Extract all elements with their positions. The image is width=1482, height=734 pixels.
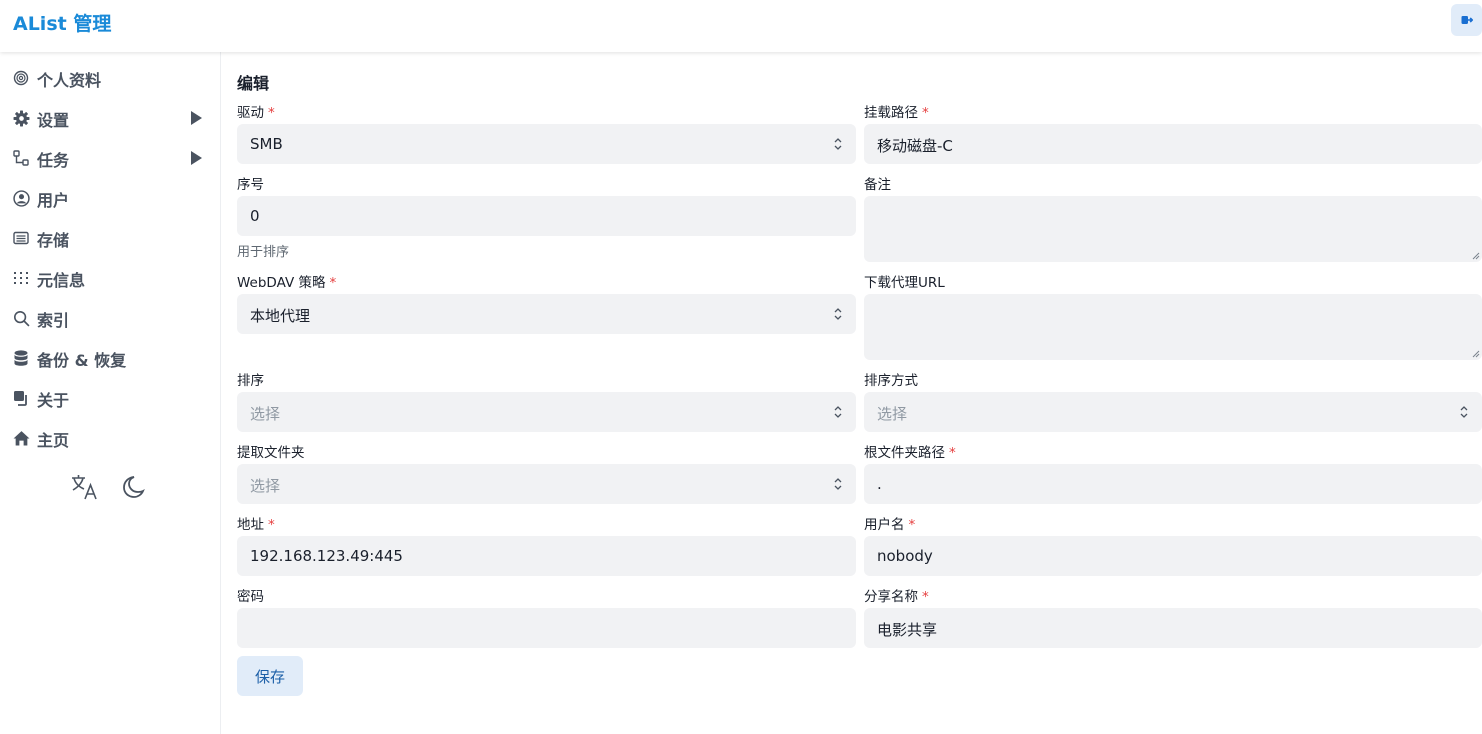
extract-folder-label: 提取文件夹 (237, 445, 305, 461)
top-header: AList 管理 (0, 0, 1482, 52)
expand-arrow-icon[interactable] (191, 151, 202, 165)
remark-textarea[interactable] (864, 196, 1482, 262)
fingerprint-icon (12, 69, 30, 87)
order-by-placeholder: 选择 (250, 405, 281, 423)
order-direction-label: 排序方式 (864, 373, 918, 389)
root-folder-path-input[interactable]: . (864, 464, 1482, 504)
chevron-updown-icon (834, 406, 842, 418)
metadata-icon (12, 269, 30, 287)
webdav-policy-value: 本地代理 (250, 307, 311, 325)
driver-value: SMB (250, 135, 283, 153)
chevron-updown-icon (1460, 406, 1468, 418)
sidebar-item-users[interactable]: 用户 (0, 178, 221, 218)
webdav-policy-select[interactable]: 本地代理 (237, 294, 856, 334)
chevron-updown-icon (834, 308, 842, 320)
sidebar-item-settings[interactable]: 设置 (0, 98, 221, 138)
sidebar-item-storage[interactable]: 存储 (0, 218, 221, 258)
username-label: 用户名 * (864, 517, 916, 533)
driver-select[interactable]: SMB (237, 124, 856, 164)
save-button[interactable]: 保存 (237, 656, 303, 696)
theme-toggle[interactable] (118, 472, 148, 502)
app-title[interactable]: AList 管理 (13, 9, 111, 36)
flow-icon (12, 149, 30, 167)
order-by-select[interactable]: 选择 (237, 392, 856, 432)
mount-path-label: 挂载路径 * (864, 105, 929, 121)
gear-icon (12, 109, 30, 127)
root-folder-path-label: 根文件夹路径 * (864, 445, 956, 461)
order-input[interactable]: 0 (237, 196, 856, 236)
search-icon (12, 309, 30, 327)
sidebar-item-about[interactable]: 关于 (0, 378, 221, 418)
share-name-label: 分享名称 * (864, 589, 929, 605)
logout-icon (1461, 16, 1473, 24)
driver-label: 驱动 * (237, 105, 275, 121)
proxy-url-label: 下载代理URL (864, 275, 945, 291)
storage-icon (12, 229, 30, 247)
language-switch[interactable] (70, 472, 100, 502)
password-label: 密码 (237, 589, 264, 605)
sidebar-item-index[interactable]: 索引 (0, 298, 221, 338)
share-name-input[interactable]: 电影共享 (864, 608, 1482, 648)
sidebar-item-label: 用户 (37, 191, 70, 210)
edit-storage-form: 编辑 驱动 * SMB 挂载路径 * 移动磁盘-C 序号 0 用于排序 备注 Web… (222, 52, 1482, 734)
sidebar-item-metadata[interactable]: 元信息 (0, 258, 221, 298)
logout-button[interactable] (1451, 4, 1482, 36)
root-folder-path-value: . (877, 475, 882, 493)
order-label: 序号 (237, 177, 264, 193)
sidebar-item-label: 关于 (37, 391, 70, 410)
address-label: 地址 * (237, 517, 275, 533)
resize-grip-icon[interactable] (1472, 350, 1480, 358)
address-input[interactable]: 192.168.123.49:445 (237, 536, 856, 576)
translate-icon (72, 475, 97, 500)
chevron-updown-icon (834, 478, 842, 490)
mount-path-input[interactable]: 移动磁盘-C (864, 124, 1482, 164)
username-value: nobody (877, 547, 933, 565)
remark-label: 备注 (864, 177, 891, 193)
user-circle-icon (12, 189, 30, 207)
sidebar-item-profile[interactable]: 个人资料 (0, 58, 221, 98)
sidebar-item-home[interactable]: 主页 (0, 418, 221, 458)
sidebar-item-label: 主页 (37, 431, 70, 450)
address-value: 192.168.123.49:445 (250, 547, 403, 565)
username-input[interactable]: nobody (864, 536, 1482, 576)
sidebar-item-label: 备份 & 恢复 (37, 351, 127, 370)
order-direction-placeholder: 选择 (877, 405, 908, 423)
sidebar-item-backup-restore[interactable]: 备份 & 恢复 (0, 338, 221, 378)
chevron-updown-icon (834, 138, 842, 150)
sidebar-item-label: 设置 (37, 111, 70, 130)
sidebar: 个人资料 设置 任务 用户 存储 元信息 索引 备份 & 恢复 关于 主页 (0, 52, 221, 734)
sidebar-item-label: 存储 (37, 231, 70, 250)
moon-icon (123, 476, 145, 498)
share-name-value: 电影共享 (877, 621, 938, 639)
password-input[interactable] (237, 608, 856, 648)
copy-icon (12, 389, 30, 407)
sidebar-item-label: 任务 (37, 151, 70, 170)
proxy-url-textarea[interactable] (864, 294, 1482, 360)
sidebar-item-label: 个人资料 (37, 71, 102, 90)
extract-folder-placeholder: 选择 (250, 477, 281, 495)
sidebar-item-label: 索引 (37, 311, 70, 330)
sidebar-item-label: 元信息 (37, 271, 86, 290)
webdav-policy-label: WebDAV 策略 * (237, 275, 337, 291)
database-icon (12, 349, 30, 367)
extract-folder-select[interactable]: 选择 (237, 464, 856, 504)
order-value: 0 (250, 207, 260, 225)
page-title: 编辑 (237, 74, 270, 93)
resize-grip-icon[interactable] (1472, 252, 1480, 260)
order-hint: 用于排序 (237, 245, 290, 260)
home-icon (12, 429, 30, 447)
sidebar-item-tasks[interactable]: 任务 (0, 138, 221, 178)
order-by-label: 排序 (237, 373, 264, 389)
mount-path-value: 移动磁盘-C (877, 137, 953, 155)
expand-arrow-icon[interactable] (191, 111, 202, 125)
order-direction-select[interactable]: 选择 (864, 392, 1482, 432)
